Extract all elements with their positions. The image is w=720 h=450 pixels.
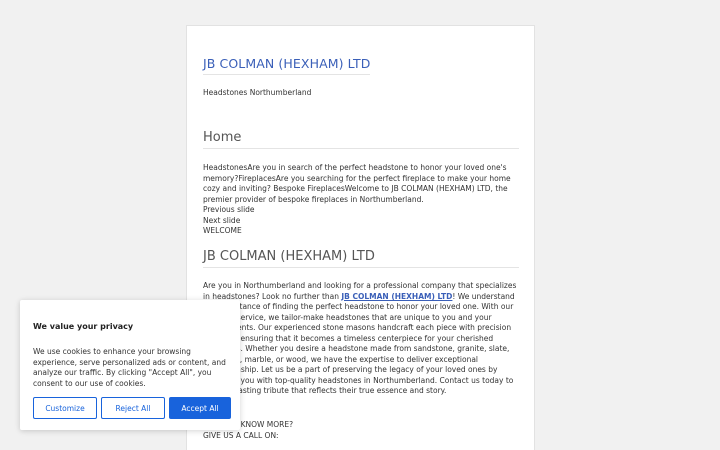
about-text-end: ! We understand the importance of findin…	[203, 291, 515, 396]
previous-slide-button[interactable]: Previous slide	[203, 205, 521, 216]
reject-all-button[interactable]: Reject All	[101, 397, 165, 419]
slider-section: HeadstonesAre you in search of the perfe…	[203, 163, 521, 237]
home-heading: Home	[203, 130, 519, 149]
slider-text: HeadstonesAre you in search of the perfe…	[203, 163, 511, 204]
company-heading: JB COLMAN (HEXHAM) LTD	[203, 249, 519, 268]
customize-button[interactable]: Customize	[33, 397, 97, 419]
about-paragraph: Are you in Northumberland and looking fo…	[203, 281, 521, 397]
company-link[interactable]: JB COLMAN (HEXHAM) LTD	[341, 292, 452, 301]
contact-prompt: WANT TO KNOW MORE? GIVE US A CALL ON:	[203, 420, 521, 441]
cookie-consent-banner: We value your privacy We use cookies to …	[20, 300, 240, 430]
cookie-description: We use cookies to enhance your browsing …	[33, 347, 226, 388]
site-title[interactable]: JB COLMAN (HEXHAM) LTD	[203, 56, 371, 75]
call-us-label: GIVE US A CALL ON:	[203, 430, 279, 440]
cookie-title: We value your privacy	[33, 322, 134, 331]
welcome-label: WELCOME	[203, 226, 242, 235]
site-tagline: Headstones Northumberland	[203, 88, 312, 97]
accept-all-button[interactable]: Accept All	[169, 397, 231, 419]
want-to-know-more: WANT TO KNOW MORE?	[203, 420, 294, 429]
next-slide-button[interactable]: Next slide	[203, 216, 521, 227]
cookie-buttons: Customize Reject All Accept All	[33, 397, 231, 419]
